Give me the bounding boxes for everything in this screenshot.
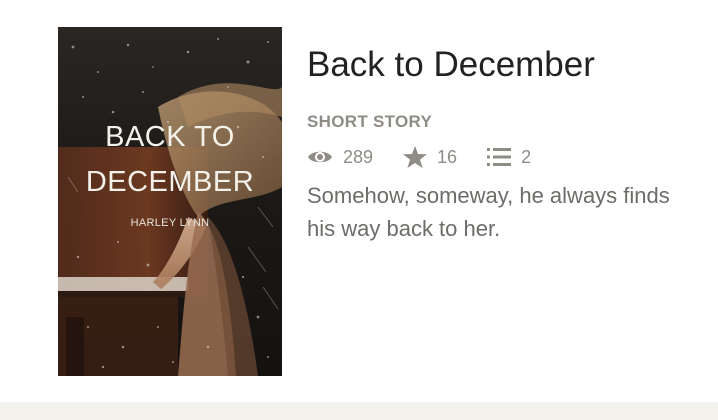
story-category: SHORT STORY — [307, 112, 433, 131]
votes-count: 16 — [437, 146, 458, 167]
list-icon — [487, 147, 512, 167]
parts-count: 2 — [521, 146, 532, 167]
votes-stat: 16 — [403, 146, 457, 168]
story-info: Back to December SHORT STORY 289 16 2 So… — [307, 43, 702, 245]
cover-artwork — [58, 27, 282, 376]
footer-strip — [0, 402, 718, 420]
reads-count: 289 — [343, 146, 374, 167]
cover-author: HARLEY LYNN — [130, 217, 210, 229]
star-icon — [403, 146, 428, 168]
cover-title-line1: BACK TO — [105, 121, 235, 153]
cover-title-line2: DECEMBER — [85, 166, 255, 198]
reads-stat: 289 — [307, 147, 373, 168]
book-cover[interactable]: BACK TO DECEMBER HARLEY LYNN — [58, 27, 282, 376]
story-title[interactable]: Back to December — [307, 43, 702, 87]
parts-stat: 2 — [487, 147, 531, 168]
eye-icon — [307, 148, 333, 166]
story-description: Somehow, someway, he always finds his wa… — [307, 183, 670, 241]
story-card[interactable]: BACK TO DECEMBER HARLEY LYNN Back to Dec… — [0, 0, 718, 420]
story-stats: 289 16 2 — [307, 145, 702, 169]
